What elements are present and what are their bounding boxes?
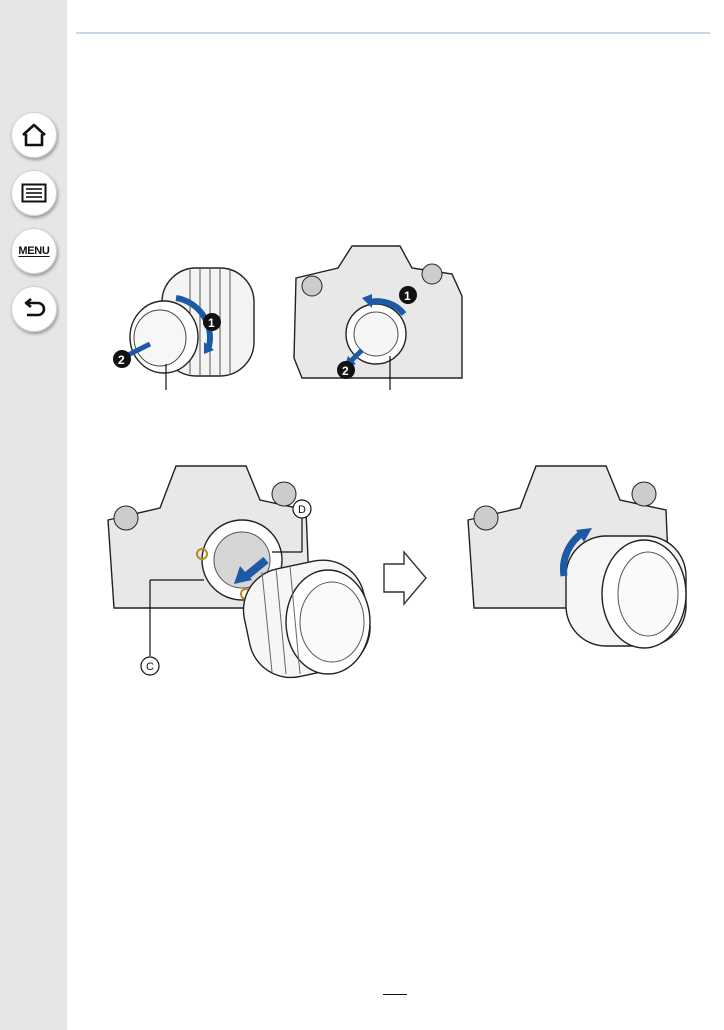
svg-text:C: C	[146, 661, 154, 673]
svg-text:2: 2	[342, 364, 349, 378]
camera-with-lens-illustration	[467, 465, 687, 649]
lens-step-2-marker: 2	[113, 350, 131, 368]
sidebar: MENU	[0, 0, 67, 1030]
svg-text:1: 1	[404, 289, 411, 303]
body-step-1-marker: 1	[399, 286, 417, 304]
menu-button[interactable]: MENU	[11, 228, 57, 274]
contents-button[interactable]	[11, 170, 57, 216]
header-rule	[76, 32, 710, 34]
svg-text:D: D	[298, 504, 306, 516]
callout-d-marker: D	[292, 499, 312, 519]
home-icon	[22, 123, 46, 147]
lens-attach-figure: C D	[107, 465, 687, 679]
body-step-2-marker: 2	[337, 361, 355, 379]
back-arrow-icon	[24, 298, 46, 317]
back-button[interactable]	[11, 286, 57, 332]
home-button[interactable]	[11, 112, 57, 158]
page-number-rule	[383, 994, 407, 995]
menu-label: MENU	[18, 245, 50, 257]
svg-text:1: 1	[208, 316, 215, 330]
svg-text:2: 2	[118, 353, 125, 367]
lens-step-1-marker: 1	[203, 313, 221, 331]
lens-illustration	[116, 267, 255, 390]
next-step-arrow-icon	[383, 550, 427, 606]
callout-c-marker: C	[140, 656, 160, 676]
cap-removal-figure: 1 2 1 2	[113, 245, 463, 390]
list-icon	[21, 183, 47, 203]
camera-body-illustration	[293, 245, 463, 390]
